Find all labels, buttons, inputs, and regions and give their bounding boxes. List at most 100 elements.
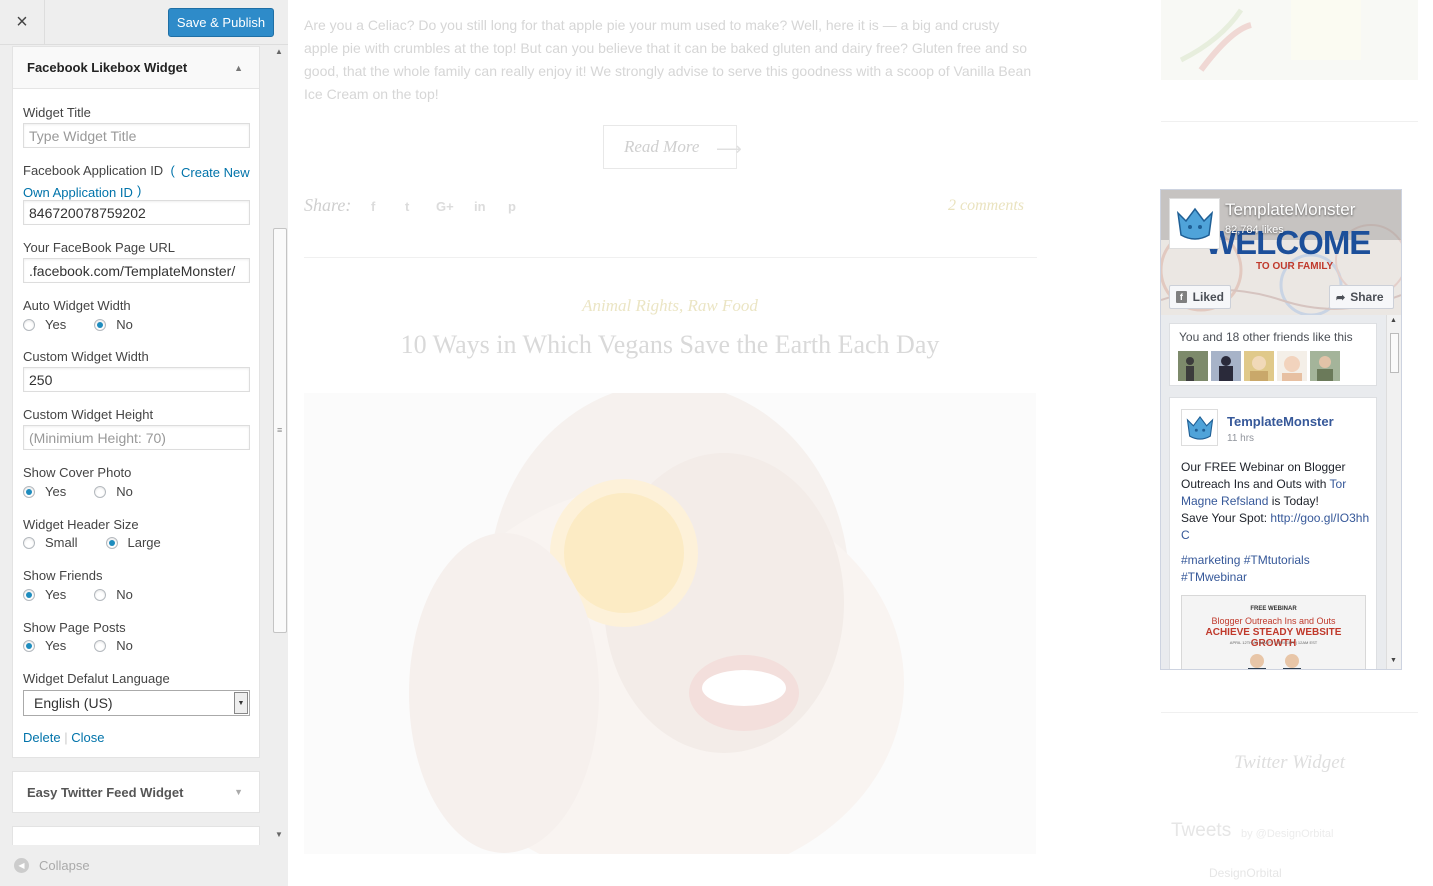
post-author-name[interactable]: TemplateMonster: [1227, 414, 1334, 429]
widget-title-input[interactable]: Type Widget Title: [23, 123, 250, 148]
sidebar-image: [1161, 0, 1418, 80]
post-text: Save Your Spot:: [1181, 511, 1271, 525]
save-publish-button[interactable]: Save & Publish: [168, 8, 274, 37]
scroll-up-icon[interactable]: ▲: [275, 47, 283, 56]
cover-yes-radio[interactable]: [23, 485, 35, 498]
radio-label-no: No: [116, 638, 133, 653]
auto-width-yes-radio[interactable]: [23, 318, 35, 331]
post-author-avatar[interactable]: [1181, 409, 1218, 446]
scroll-down-icon[interactable]: ▼: [1390, 657, 1397, 664]
liked-label: Liked: [1192, 290, 1224, 304]
app-id-input[interactable]: 846720078759202: [23, 200, 250, 225]
close-customizer-button[interactable]: ×: [0, 0, 45, 45]
post-image-text: APRIL 12TH AT 9AM PT | 5PM GMT | 12AM ES…: [1229, 640, 1318, 645]
scrollbar-thumb[interactable]: [1390, 333, 1399, 373]
friend-avatar[interactable]: [1244, 351, 1274, 381]
facebook-stream-scrollbar[interactable]: ▲ ▼: [1386, 315, 1401, 669]
caret-down-icon[interactable]: ▼: [234, 787, 243, 797]
arrow-right-icon: ⟶: [716, 139, 742, 159]
friends-like-text: You and 18 other friends like this: [1179, 330, 1353, 344]
radio-label-yes: Yes: [45, 317, 67, 332]
posts-yes-radio[interactable]: [23, 639, 35, 652]
radio-label-yes: Yes: [45, 638, 67, 653]
auto-width-no-radio[interactable]: [94, 318, 107, 331]
radio-label-large: Large: [127, 535, 161, 550]
post-attached-image[interactable]: FREE WEBINAR Blogger Outreach Ins and Ou…: [1181, 595, 1366, 669]
divider: [1161, 712, 1418, 713]
friend-avatar[interactable]: [1211, 351, 1241, 381]
next-widget-panel[interactable]: [12, 826, 260, 845]
radio-label-no: No: [116, 317, 133, 332]
widget-title-label: Widget Title: [23, 105, 91, 120]
widget-actions: Delete | Close: [23, 730, 104, 745]
post-excerpt: Are you a Celiac? Do you still long for …: [304, 17, 1032, 102]
show-friends-radio-group: Yes No: [23, 587, 133, 602]
tweet-username[interactable]: DesignOrbital: [1209, 866, 1282, 880]
scroll-down-icon[interactable]: ▼: [275, 830, 283, 839]
share-button[interactable]: ➦ Share: [1329, 285, 1394, 309]
custom-width-input[interactable]: 250: [23, 367, 250, 392]
auto-width-label: Auto Widget Width: [23, 298, 131, 313]
cover-no-radio[interactable]: [94, 485, 107, 498]
post-categories[interactable]: Animal Rights, Raw Food: [289, 296, 1051, 316]
collapse-arrow-icon: ◀: [14, 858, 29, 873]
scroll-up-icon[interactable]: ▲: [1390, 317, 1397, 324]
tweets-by-label[interactable]: by @DesignOrbital: [1241, 828, 1333, 840]
show-posts-label: Show Page Posts: [23, 620, 126, 635]
radio-label-yes: Yes: [45, 484, 67, 499]
page-url-label: Your FaceBook Page URL: [23, 240, 176, 255]
friend-avatar[interactable]: [1178, 351, 1208, 381]
friend-avatar[interactable]: [1277, 351, 1307, 381]
page-logo[interactable]: [1169, 198, 1220, 249]
chevron-down-icon[interactable]: ▼: [234, 692, 248, 714]
pinterest-icon[interactable]: p: [508, 199, 516, 214]
header-size-label: Widget Header Size: [23, 517, 139, 532]
custom-height-input[interactable]: (Minimium Height: 70): [23, 425, 250, 450]
caret-up-icon[interactable]: ▲: [234, 63, 243, 73]
custom-height-label: Custom Widget Height: [23, 407, 154, 422]
grip-icon: ≡: [277, 425, 283, 435]
post-featured-image: [304, 393, 1036, 854]
friend-avatar[interactable]: [1310, 351, 1340, 381]
webinar-speakers-image: [1248, 654, 1301, 669]
close-widget-link[interactable]: Close: [71, 730, 104, 745]
friends-yes-radio[interactable]: [23, 588, 35, 601]
scrollbar-thumb[interactable]: ≡: [273, 228, 287, 633]
comments-link[interactable]: 2 comments: [948, 197, 1024, 215]
facebook-icon[interactable]: f: [371, 199, 375, 214]
linkedin-icon[interactable]: in: [474, 199, 486, 214]
show-friends-label: Show Friends: [23, 568, 103, 583]
widget-panel-title: Facebook Likebox Widget: [27, 60, 188, 75]
twitter-feed-widget-panel[interactable]: Easy Twitter Feed Widget ▼: [12, 771, 260, 813]
friends-no-radio[interactable]: [94, 588, 107, 601]
facebook-cover-photo[interactable]: WELCOME TO OUR FAMILY TemplateMonster 82…: [1161, 190, 1401, 315]
share-label: Share:: [304, 195, 352, 215]
divider: [304, 257, 1037, 258]
page-url-input[interactable]: .facebook.com/TemplateMonster/: [23, 258, 250, 283]
post-timestamp[interactable]: 11 hrs: [1227, 433, 1254, 444]
liked-button[interactable]: f Liked: [1169, 285, 1231, 309]
header-large-radio[interactable]: [105, 536, 118, 549]
show-posts-radio-group: Yes No: [23, 638, 133, 653]
app-id-link-close: ): [137, 183, 142, 198]
custom-width-label: Custom Widget Width: [23, 349, 149, 364]
delete-widget-link[interactable]: Delete: [23, 730, 61, 745]
google-plus-icon[interactable]: G+: [436, 199, 454, 214]
posts-no-radio[interactable]: [94, 639, 107, 652]
cover-photo-label: Show Cover Photo: [23, 465, 132, 480]
post-hashtags[interactable]: #marketing #TMtutorials #TMwebinar: [1181, 552, 1371, 586]
twitter-icon[interactable]: t: [405, 199, 409, 214]
collapse-sidebar-button[interactable]: ◀ Collapse: [0, 845, 288, 886]
collapse-label: Collapse: [39, 858, 90, 873]
post-image-text: ACHIEVE STEADY WEBSITE GROWTH: [1205, 627, 1342, 649]
header-small-radio[interactable]: [23, 536, 35, 549]
auto-width-radio-group: Yes No: [23, 317, 133, 332]
widget-panel-title: Easy Twitter Feed Widget: [27, 784, 184, 800]
post-text: is Today!: [1268, 494, 1319, 508]
language-select[interactable]: English (US) ▼: [23, 690, 250, 716]
actions-separator: |: [64, 730, 68, 745]
post-title[interactable]: 10 Ways in Which Vegans Save the Earth E…: [289, 330, 1051, 360]
widget-panel-header[interactable]: Facebook Likebox Widget ▲: [13, 47, 259, 89]
facebook-page-name[interactable]: TemplateMonster: [1225, 200, 1355, 220]
share-label: Share: [1350, 290, 1384, 304]
